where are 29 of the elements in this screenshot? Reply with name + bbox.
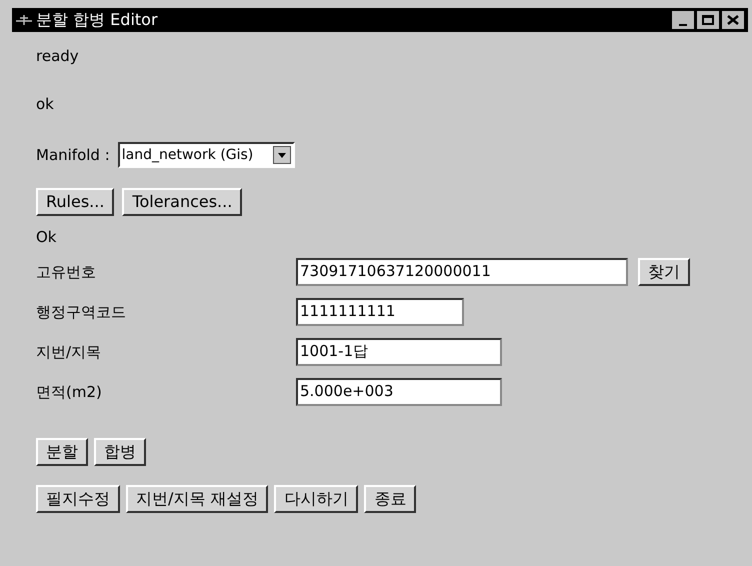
dropdown-arrow-icon bbox=[278, 152, 286, 158]
field-label: 면적(m2) bbox=[36, 382, 103, 403]
field-label: 고유번호 bbox=[36, 262, 97, 283]
close-icon bbox=[727, 15, 739, 25]
manifold-dropdown[interactable]: land_network (Gis) bbox=[118, 142, 296, 168]
status-text: ok bbox=[36, 94, 55, 115]
app-icon bbox=[16, 14, 32, 26]
edit-button[interactable]: 분할 bbox=[36, 438, 88, 466]
input-field[interactable]: 1001-1답 bbox=[296, 338, 502, 366]
window-title: 분할 합병 Editor bbox=[36, 9, 159, 31]
action-button[interactable]: 다시하기 bbox=[274, 485, 358, 513]
input-field[interactable]: 5.000e+003 bbox=[296, 378, 502, 406]
dialog-button[interactable]: Rules... bbox=[36, 188, 114, 216]
edit-button[interactable]: 합병 bbox=[94, 438, 146, 466]
action-button[interactable]: 지번/지목 재설정 bbox=[126, 485, 268, 513]
input-field[interactable]: 73091710637120000011 bbox=[296, 258, 628, 286]
status-text: ready bbox=[36, 46, 80, 67]
action-button[interactable]: 종료 bbox=[364, 485, 416, 513]
close-button[interactable] bbox=[722, 11, 744, 29]
field-label: 행정구역코드 bbox=[36, 302, 127, 323]
action-button[interactable]: 필지수정 bbox=[36, 485, 120, 513]
input-field[interactable]: 1111111111 bbox=[296, 298, 464, 326]
manifold-label: Manifold : bbox=[36, 144, 110, 166]
field-label: 지번/지목 bbox=[36, 342, 102, 363]
result-text: Ok bbox=[36, 226, 58, 248]
dialog-button[interactable]: Tolerances... bbox=[122, 188, 242, 216]
find-button[interactable]: 찾기 bbox=[638, 258, 690, 286]
minimize-button[interactable] bbox=[672, 11, 694, 29]
maximize-button[interactable] bbox=[697, 11, 719, 29]
